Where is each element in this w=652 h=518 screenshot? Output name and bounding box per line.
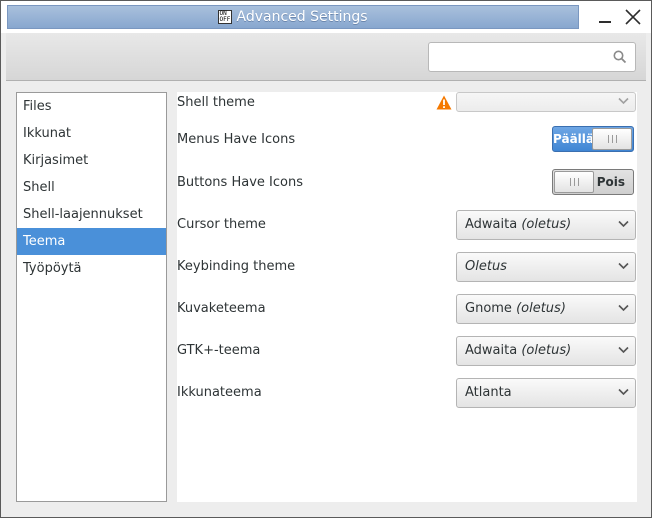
- menus-have-icons-switch[interactable]: Päällä: [552, 126, 634, 152]
- search-icon: [613, 50, 627, 64]
- switch-slider[interactable]: [554, 171, 594, 193]
- sidebar-item-ikkunat[interactable]: Ikkunat: [17, 120, 166, 147]
- sidebar-item-kirjasimet[interactable]: Kirjasimet: [17, 147, 166, 174]
- search-input[interactable]: [435, 48, 605, 66]
- switch-state-label: Päällä: [553, 132, 594, 146]
- shell-theme-row: Shell theme: [177, 87, 637, 119]
- sidebar-item-teema[interactable]: Teema: [17, 228, 166, 255]
- minimize-icon: [599, 21, 611, 23]
- icon-theme-row: Kuvaketeema Gnome (oletus): [177, 293, 637, 325]
- grip-icon: [570, 178, 579, 186]
- title-bar-highlight[interactable]: ON OFF Advanced Settings: [7, 5, 579, 29]
- sidebar-item-shell-laajennukset[interactable]: Shell-laajennukset: [17, 201, 166, 228]
- keybinding-theme-dropdown[interactable]: Oletus: [456, 252, 636, 282]
- chevron-down-icon: [618, 262, 629, 270]
- sidebar-item-files[interactable]: Files: [17, 93, 166, 120]
- window-theme-row: Ikkunateema Atlanta: [177, 377, 637, 409]
- window-title: Advanced Settings: [236, 9, 368, 25]
- theme-settings-panel: Shell theme Menus Have Icons Päällä Butt…: [177, 92, 637, 502]
- shell-theme-label: Shell theme: [177, 95, 255, 110]
- default-suffix: (oletus): [516, 301, 566, 316]
- switch-state-label: Pois: [596, 175, 625, 189]
- menus-have-icons-label: Menus Have Icons: [177, 132, 296, 147]
- buttons-have-icons-switch[interactable]: Pois: [552, 169, 634, 195]
- cursor-theme-value-name: Adwaita: [465, 217, 518, 232]
- cursor-theme-value: Adwaita (oletus): [465, 211, 571, 239]
- gtk-theme-label: GTK+-teema: [177, 343, 261, 358]
- content-area: Files Ikkunat Kirjasimet Shell Shell-laa…: [6, 82, 646, 512]
- default-suffix: Oletus: [465, 259, 507, 274]
- chevron-down-icon: [618, 97, 629, 105]
- window-theme-value: Atlanta: [465, 379, 512, 407]
- keybinding-theme-label: Keybinding theme: [177, 259, 296, 274]
- search-field[interactable]: [428, 42, 636, 72]
- grip-icon: [608, 135, 617, 143]
- keybinding-theme-value: Oletus: [465, 253, 507, 281]
- close-button[interactable]: [621, 5, 645, 29]
- settings-app-icon: ON OFF: [218, 10, 233, 24]
- advanced-settings-window: ON OFF Advanced Settings Files Ikkunat K…: [0, 0, 652, 518]
- gtk-theme-dropdown[interactable]: Adwaita (oletus): [456, 336, 636, 366]
- chevron-down-icon: [618, 388, 629, 396]
- shell-theme-dropdown[interactable]: [456, 92, 636, 112]
- header-bar: [6, 33, 646, 81]
- menus-have-icons-row: Menus Have Icons Päällä: [177, 124, 637, 156]
- chevron-down-icon: [618, 304, 629, 312]
- title-bar[interactable]: ON OFF Advanced Settings: [1, 1, 651, 33]
- chevron-down-icon: [618, 220, 629, 228]
- window-theme-label: Ikkunateema: [177, 385, 262, 400]
- buttons-have-icons-label: Buttons Have Icons: [177, 175, 303, 190]
- gtk-theme-value-name: Adwaita: [465, 343, 518, 358]
- sidebar-item-shell[interactable]: Shell: [17, 174, 166, 201]
- cursor-theme-dropdown[interactable]: Adwaita (oletus): [456, 210, 636, 240]
- title-container: ON OFF Advanced Settings: [8, 6, 578, 28]
- warning-icon: [436, 95, 452, 110]
- icon-theme-value-name: Gnome: [465, 301, 512, 316]
- default-suffix: (oletus): [521, 343, 572, 358]
- switch-slider[interactable]: [592, 128, 632, 150]
- keybinding-theme-row: Keybinding theme Oletus: [177, 251, 637, 283]
- chevron-down-icon: [618, 346, 629, 354]
- category-sidebar: Files Ikkunat Kirjasimet Shell Shell-laa…: [16, 92, 167, 502]
- cursor-theme-label: Cursor theme: [177, 217, 266, 232]
- cursor-theme-row: Cursor theme Adwaita (oletus): [177, 209, 637, 241]
- icon-theme-label: Kuvaketeema: [177, 301, 266, 316]
- sidebar-item-tyopoyta[interactable]: Työpöytä: [17, 255, 166, 282]
- default-suffix: (oletus): [521, 217, 572, 232]
- gtk-theme-value: Adwaita (oletus): [465, 337, 571, 365]
- window-theme-dropdown[interactable]: Atlanta: [456, 378, 636, 408]
- gtk-theme-row: GTK+-teema Adwaita (oletus): [177, 335, 637, 367]
- icon-theme-dropdown[interactable]: Gnome (oletus): [456, 294, 636, 324]
- close-icon: [625, 9, 641, 25]
- buttons-have-icons-row: Buttons Have Icons Pois: [177, 167, 637, 199]
- minimize-button[interactable]: [593, 5, 617, 29]
- window-theme-value-name: Atlanta: [465, 385, 512, 400]
- icon-theme-value: Gnome (oletus): [465, 295, 566, 323]
